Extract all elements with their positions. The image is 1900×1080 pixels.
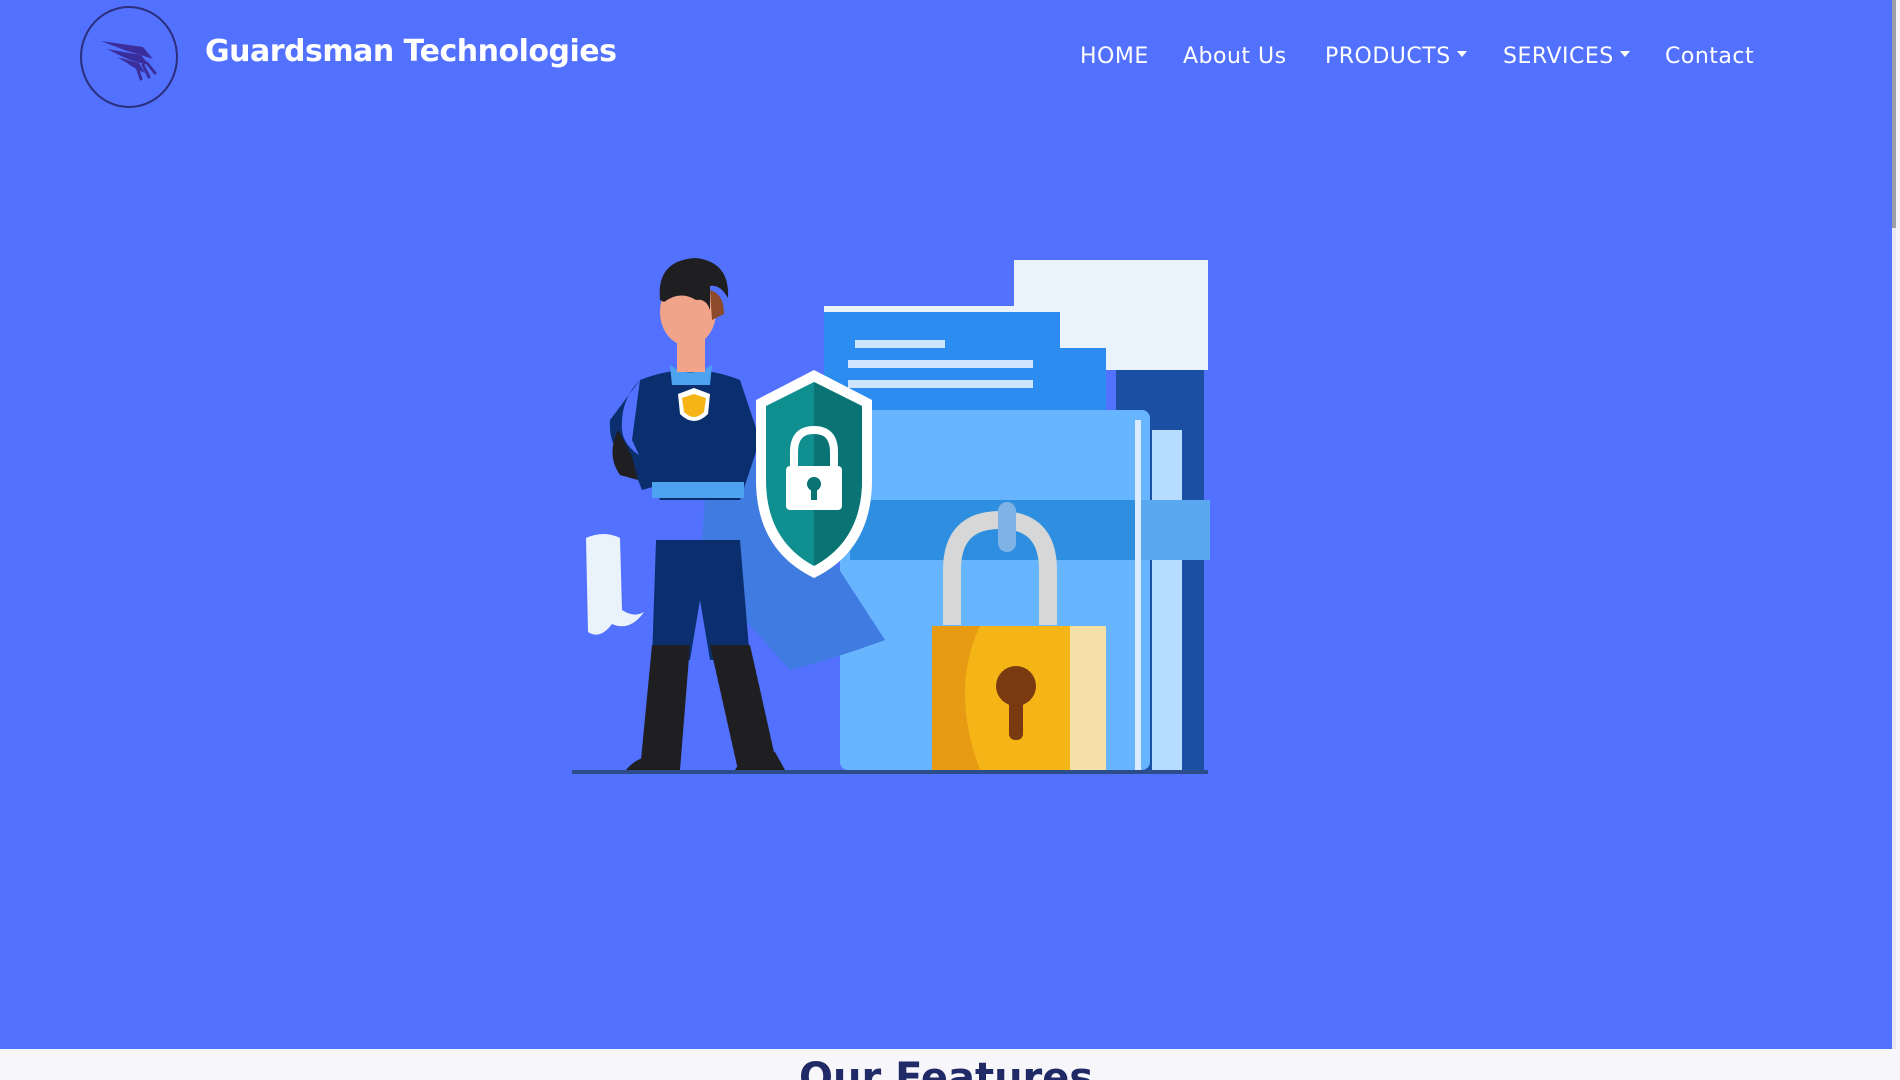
nav-item-home[interactable]: HOME (1080, 44, 1149, 69)
page: Guardsman Technologies HOME About Us PRO… (0, 0, 1900, 1080)
nav-item-label: HOME (1080, 44, 1149, 69)
brand-name[interactable]: Guardsman Technologies (205, 34, 617, 69)
nav-item-about-us[interactable]: About Us (1183, 44, 1287, 69)
caret-down-icon (1456, 51, 1467, 57)
nav-item-label: Contact (1665, 44, 1755, 69)
features-title: Our Features (799, 1055, 1094, 1080)
security-illustration (572, 258, 1210, 774)
features-section: Our Features (0, 1049, 1896, 1080)
paper-scrap (586, 534, 644, 635)
hero-section: Guardsman Technologies HOME About Us PRO… (0, 0, 1896, 1049)
nav-item-label: About Us (1183, 44, 1287, 69)
nav-item-label: SERVICES (1503, 44, 1614, 69)
logo[interactable] (80, 6, 178, 108)
main-nav: HOME About Us PRODUCTS SERVICES Contact (1080, 44, 1780, 74)
navbar: Guardsman Technologies HOME About Us PRO… (0, 0, 1896, 116)
nav-item-label: PRODUCTS (1325, 44, 1451, 69)
nav-item-contact[interactable]: Contact (1665, 44, 1754, 69)
wing-icon (101, 41, 157, 81)
scrollbar-thumb[interactable] (1892, 0, 1896, 228)
nav-item-products[interactable]: PRODUCTS (1325, 44, 1467, 69)
scrollbar[interactable] (1892, 0, 1896, 1049)
nav-item-services[interactable]: SERVICES (1503, 44, 1630, 69)
ground-line (572, 770, 1208, 774)
caret-down-icon (1619, 51, 1630, 57)
